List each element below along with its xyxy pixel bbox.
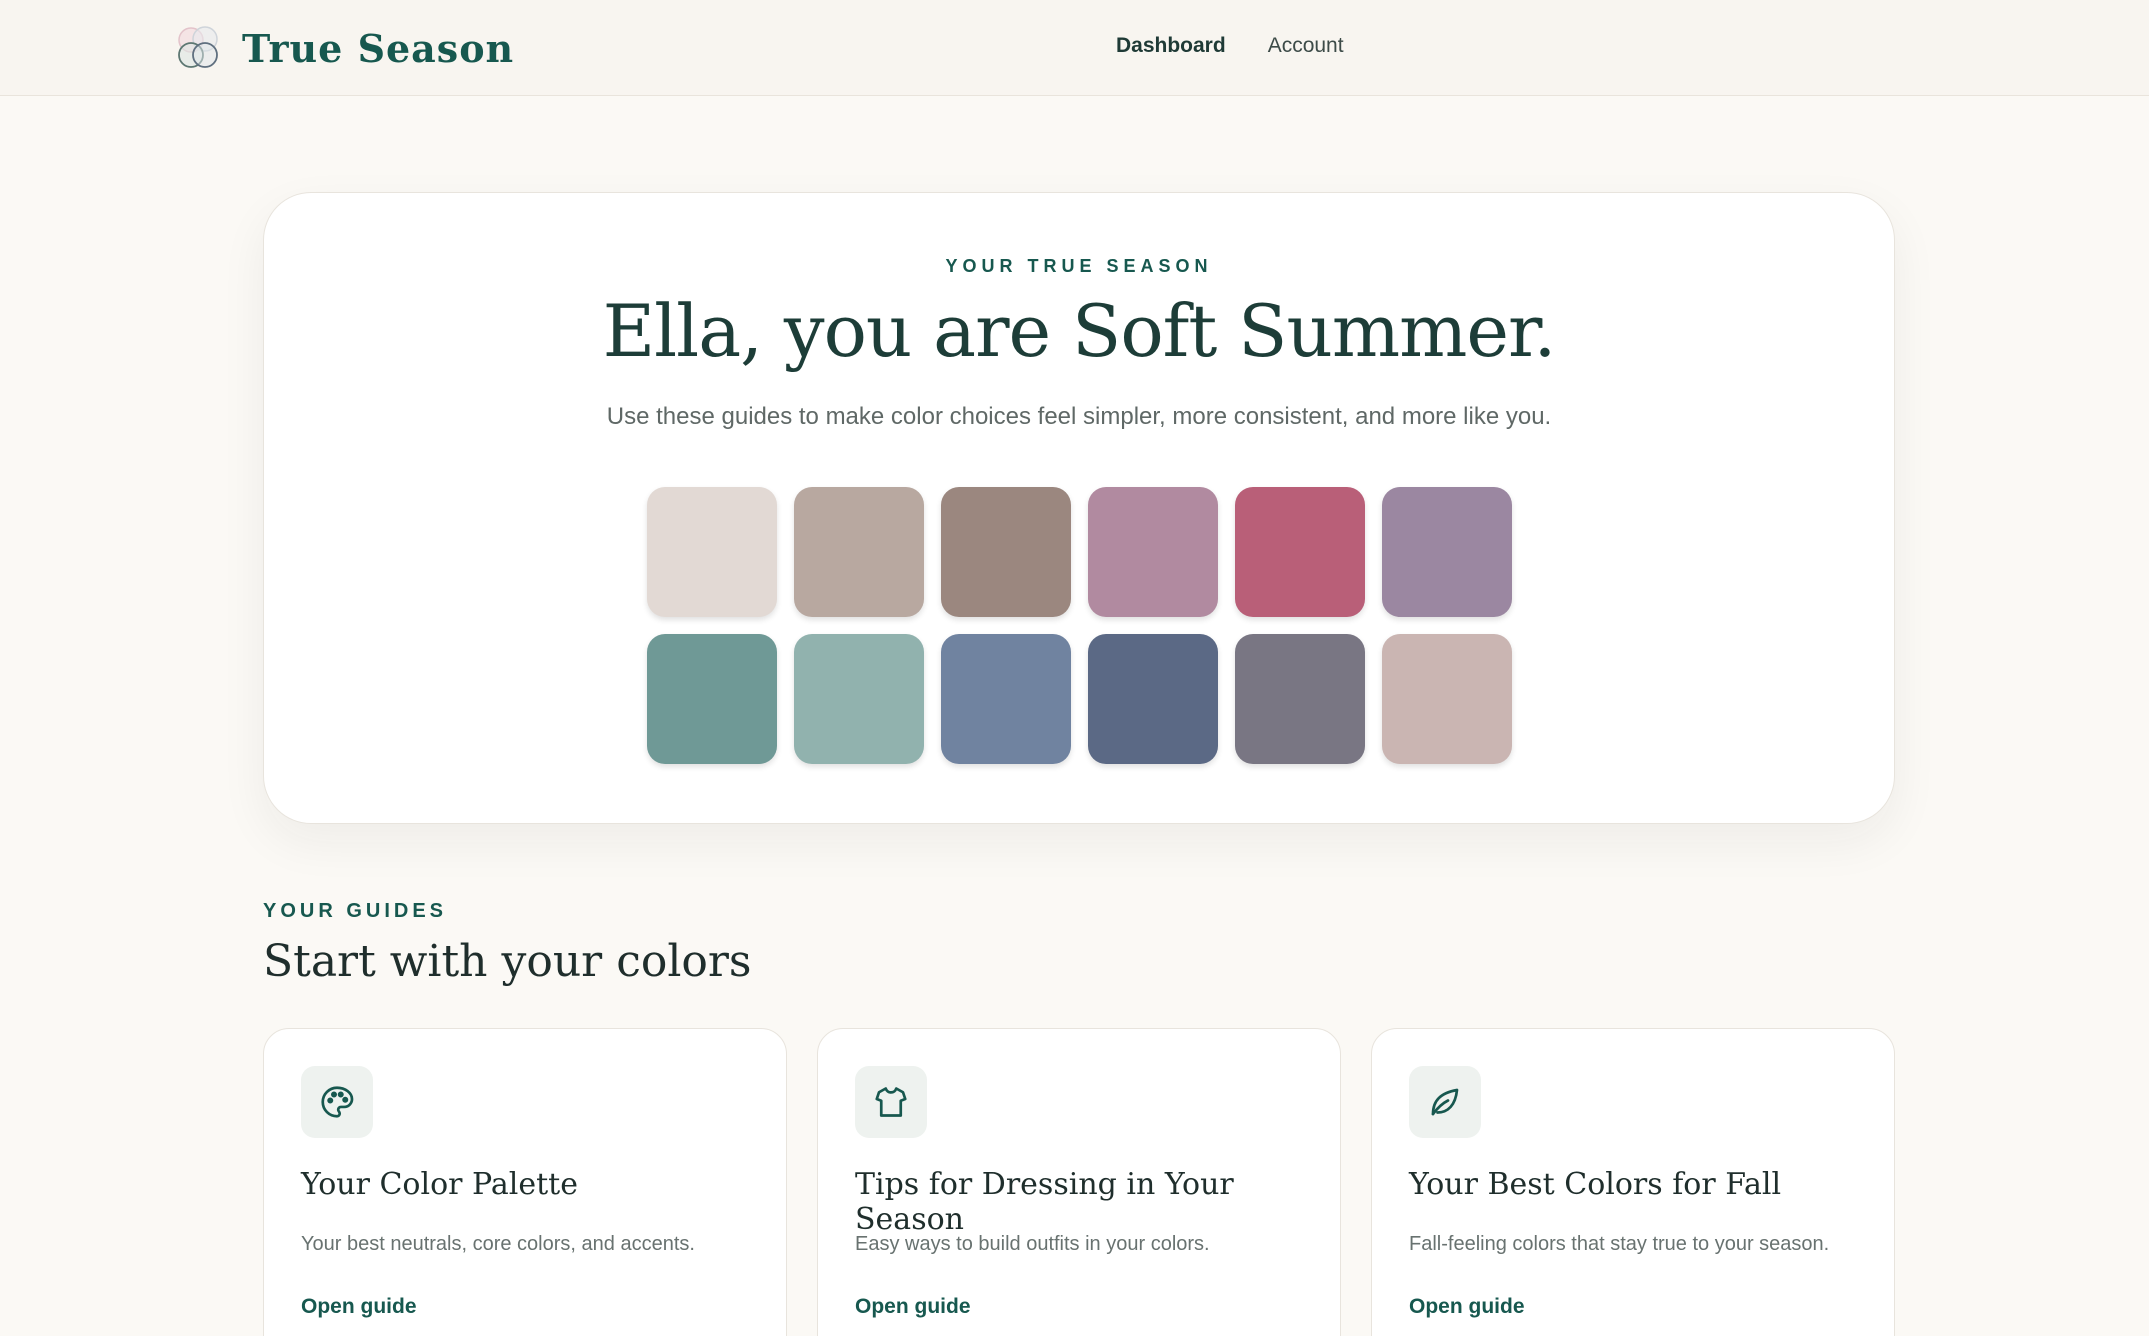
color-swatch[interactable] (647, 634, 777, 764)
main-nav: Dashboard Account (1116, 34, 1344, 58)
guide-card-fall-colors[interactable]: Your Best Colors for Fall Fall-feeling c… (1371, 1028, 1895, 1336)
color-swatch[interactable] (941, 487, 1071, 617)
brand[interactable]: True Season (172, 22, 514, 74)
guide-card-description: Fall-feeling colors that stay true to yo… (1409, 1233, 1830, 1255)
open-guide-link[interactable]: Open guide (1409, 1295, 1525, 1319)
open-guide-link[interactable]: Open guide (855, 1295, 971, 1319)
guide-cards: Your Color Palette Your best neutrals, c… (263, 1028, 1895, 1336)
season-result-card: YOUR TRUE SEASON Ella, you are Soft Summ… (263, 192, 1895, 824)
color-swatch[interactable] (1382, 487, 1512, 617)
open-guide-link[interactable]: Open guide (301, 1295, 417, 1319)
guide-card-description: Your best neutrals, core colors, and acc… (301, 1233, 695, 1255)
palette-icon (301, 1066, 373, 1138)
brand-name: True Season (242, 25, 515, 71)
guide-card-dressing-tips[interactable]: Tips for Dressing in Your Season Easy wa… (817, 1028, 1341, 1336)
guides-eyebrow: YOUR GUIDES (263, 900, 448, 922)
color-swatch[interactable] (941, 634, 1071, 764)
color-swatch[interactable] (1088, 487, 1218, 617)
shirt-icon (855, 1066, 927, 1138)
guide-card-description: Easy ways to build outfits in your color… (855, 1233, 1210, 1255)
color-swatch[interactable] (794, 487, 924, 617)
color-swatch[interactable] (1088, 634, 1218, 764)
guides-title: Start with your colors (263, 936, 752, 987)
guide-card-title: Your Color Palette (301, 1167, 578, 1202)
color-swatch-grid (647, 487, 1512, 764)
hero-title: Ella, you are Soft Summer. (602, 289, 1557, 373)
color-swatch[interactable] (647, 487, 777, 617)
logo-circles-icon (172, 22, 224, 74)
leaf-icon (1409, 1066, 1481, 1138)
guide-card-color-palette[interactable]: Your Color Palette Your best neutrals, c… (263, 1028, 787, 1336)
hero-eyebrow: YOUR TRUE SEASON (945, 256, 1213, 276)
color-swatch[interactable] (1235, 487, 1365, 617)
color-swatch[interactable] (1382, 634, 1512, 764)
nav-dashboard[interactable]: Dashboard (1116, 34, 1226, 58)
color-swatch[interactable] (794, 634, 924, 764)
guide-card-title: Your Best Colors for Fall (1409, 1167, 1782, 1202)
guide-card-title: Tips for Dressing in Your Season (855, 1167, 1234, 1237)
nav-account[interactable]: Account (1268, 34, 1344, 58)
color-swatch[interactable] (1235, 634, 1365, 764)
top-bar: True Season Dashboard Account (0, 0, 2149, 96)
hero-subtitle: Use these guides to make color choices f… (606, 403, 1552, 430)
